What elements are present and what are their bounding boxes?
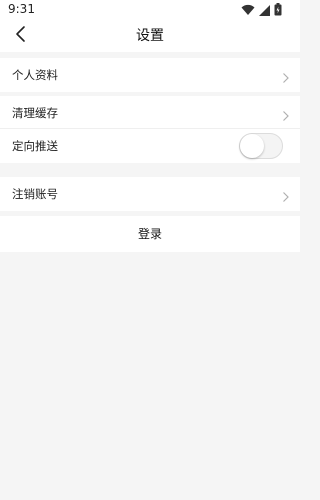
page-title: 设置 [136,28,164,44]
back-button[interactable] [6,22,34,50]
chevron-right-icon [282,69,290,83]
row-label-cancel-account: 注销账号 [12,187,58,201]
settings-row-clear-cache[interactable]: 清理缓存 [0,96,300,130]
row-label-profile: 个人资料 [12,68,58,82]
status-icons [241,1,282,20]
chevron-right-icon [282,188,290,202]
chevron-right-icon [282,107,290,121]
empty-area [0,252,300,500]
settings-row-targeted-push: 定向推送 [0,129,300,163]
targeted-push-toggle[interactable] [239,133,283,159]
wifi-icon [241,1,255,20]
toggle-knob [240,134,264,158]
settings-row-cancel-account[interactable]: 注销账号 [0,177,300,211]
login-button[interactable]: 登录 [0,216,300,252]
settings-row-profile[interactable]: 个人资料 [0,58,300,92]
back-arrow-icon [14,25,26,47]
status-time: 9:31 [8,2,35,16]
nav-bar: 设置 [0,20,300,52]
row-label-targeted-push: 定向推送 [12,139,58,153]
row-label-clear-cache: 清理缓存 [12,106,58,120]
battery-icon [274,1,282,20]
signal-icon [259,1,270,20]
status-bar: 9:31 [0,0,300,20]
